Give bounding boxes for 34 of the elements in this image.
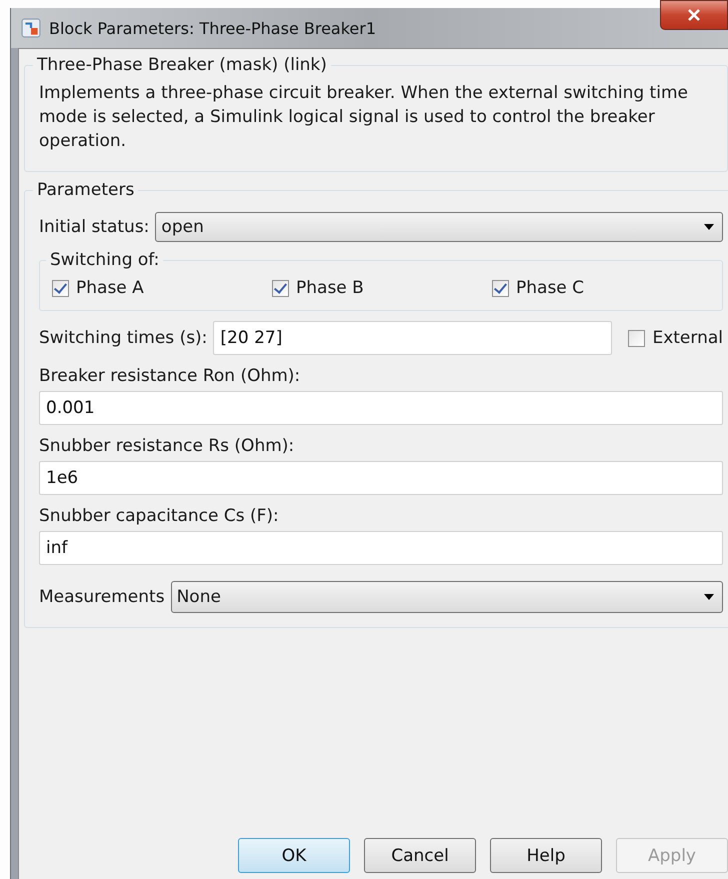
field-label: Switching times (s): (39, 328, 208, 348)
field-label: Snubber capacitance Cs (F): (39, 505, 280, 527)
input-field[interactable]: 0.001 (39, 391, 723, 425)
dropdown[interactable]: open (155, 212, 723, 242)
group-title: Three-Phase Breaker (mask) (link) (36, 55, 328, 75)
checkbox-label: Phase A (76, 278, 144, 298)
dropdown[interactable]: None (170, 581, 723, 613)
checkbox[interactable] (52, 280, 69, 296)
field-label: Snubber resistance Rs (Ohm): (39, 435, 296, 457)
dialog-button[interactable]: Help (490, 838, 602, 873)
description-text: Implements a three-phase circuit breaker. When the external switching time mode is selected, a Simulink logical signal is used to control the breaker operation. (39, 82, 689, 153)
checkbox-label: External (652, 328, 723, 348)
dialog-button[interactable]: OK (238, 838, 350, 873)
checkbox[interactable] (628, 330, 646, 346)
checkbox[interactable] (492, 280, 509, 296)
close-button[interactable] (660, 0, 728, 30)
field-label: Measurements (39, 587, 165, 607)
window-title: Block Parameters: Three-Phase Breaker1 (49, 18, 376, 38)
dialog-button: Apply (616, 838, 728, 873)
dialog-button[interactable]: Cancel (364, 838, 476, 873)
checkbox[interactable] (272, 280, 289, 296)
block-icon (21, 18, 41, 38)
input-field[interactable]: 1e6 (39, 461, 723, 495)
dropdown-arrow-icon (704, 224, 714, 230)
field-label: Breaker resistance Ron (Ohm): (39, 365, 302, 387)
checkbox-label: Phase C (516, 278, 584, 298)
field-label: Initial status: (39, 217, 150, 237)
close-icon (687, 9, 701, 21)
checkbox-label: Phase B (296, 278, 364, 298)
input-field[interactable]: inf (39, 531, 723, 565)
group-title: Switching of: (49, 250, 160, 270)
input-field[interactable]: [20 27] (213, 321, 612, 355)
dropdown-arrow-icon (704, 594, 714, 600)
group-title: Parameters (36, 180, 136, 200)
